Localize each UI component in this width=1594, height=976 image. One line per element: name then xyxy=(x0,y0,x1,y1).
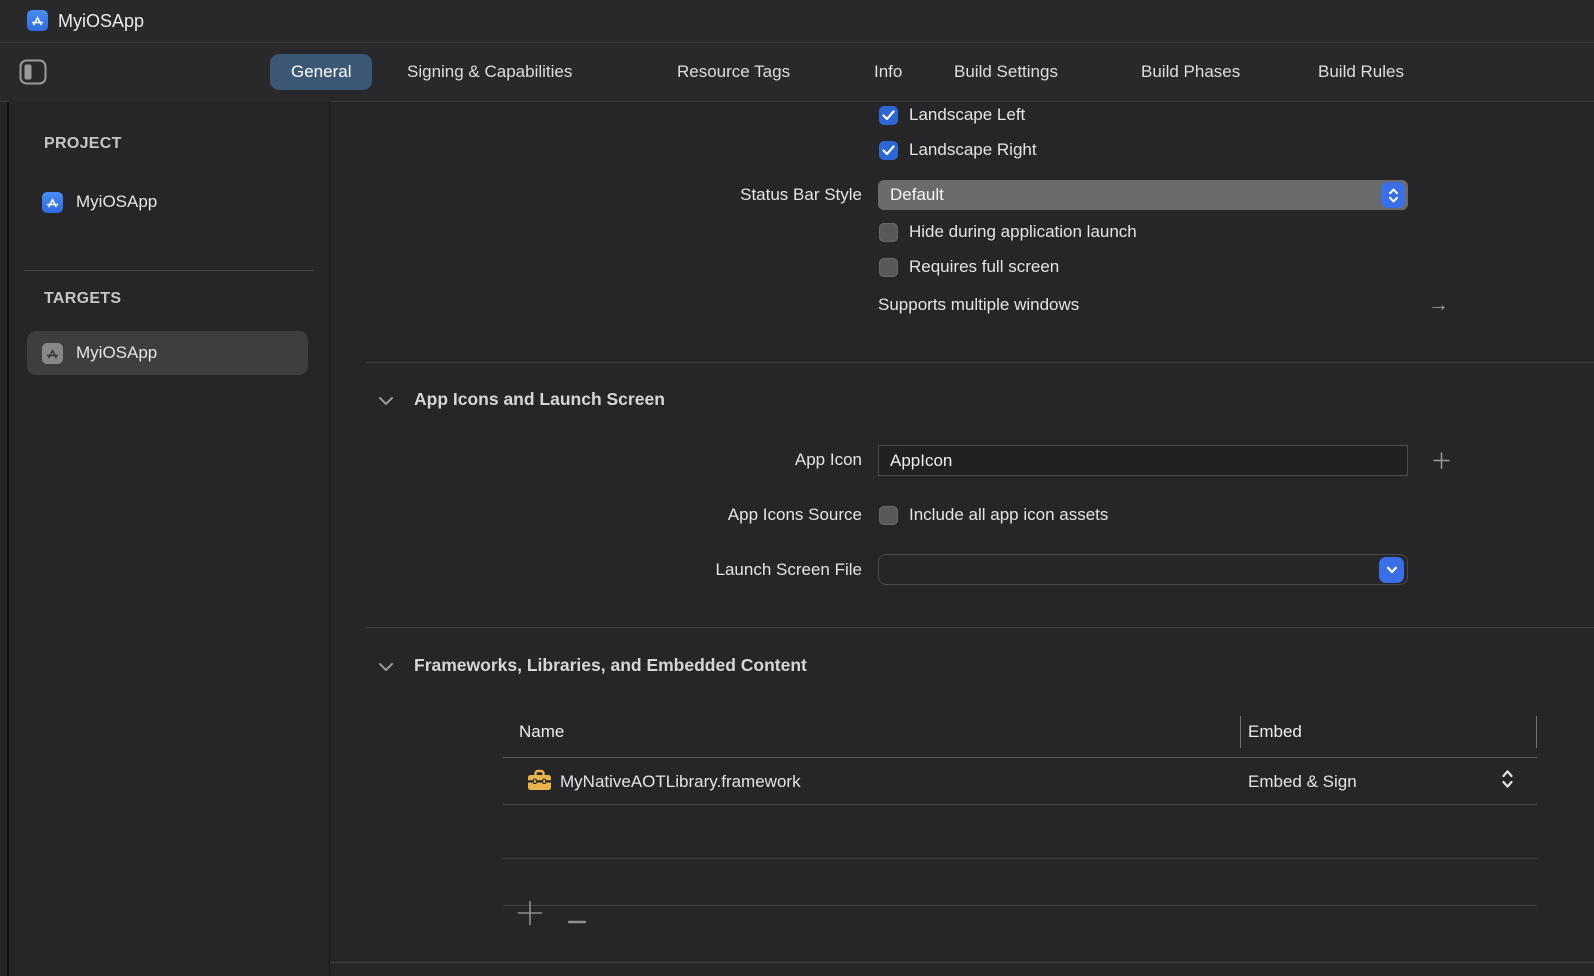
checkmark-icon xyxy=(882,110,895,121)
xcode-project-editor: MyiOSApp General Signing & Capabilities … xyxy=(0,0,1594,976)
supports-multiple-windows-label: Supports multiple windows xyxy=(878,295,1079,315)
include-all-assets-label: Include all app icon assets xyxy=(909,505,1108,525)
arrow-right-icon[interactable]: → xyxy=(1428,293,1449,317)
window-title: MyiOSApp xyxy=(58,11,144,31)
section-divider xyxy=(366,627,1594,628)
target-app-icon xyxy=(42,343,63,364)
requires-full-screen-checkbox[interactable] xyxy=(879,258,898,277)
column-divider[interactable] xyxy=(1240,716,1241,748)
chevron-down-icon[interactable] xyxy=(378,659,394,677)
tab-info[interactable]: Info xyxy=(874,62,902,82)
sidebar-item-project[interactable]: MyiOSApp xyxy=(42,186,312,218)
landscape-left-checkbox[interactable] xyxy=(879,106,898,125)
app-icons-source-label: App Icons Source xyxy=(530,505,862,525)
project-item-label: MyiOSApp xyxy=(76,192,157,212)
tab-build-phases[interactable]: Build Phases xyxy=(1141,62,1240,82)
bottom-divider xyxy=(330,962,1594,963)
tab-build-settings[interactable]: Build Settings xyxy=(954,62,1058,82)
tab-general-label: General xyxy=(291,62,351,82)
launch-screen-file-combo[interactable] xyxy=(878,554,1408,585)
remove-framework-button[interactable] xyxy=(568,911,586,915)
toolbox-icon xyxy=(527,768,552,796)
sidebar-toggle-icon[interactable] xyxy=(19,59,47,90)
table-row[interactable]: MyNativeAOTLibrary.framework Embed & Sig… xyxy=(503,758,1537,805)
tab-signing-capabilities[interactable]: Signing & Capabilities xyxy=(407,62,572,82)
app-icon-field[interactable]: AppIcon xyxy=(878,445,1408,476)
app-icon-value: AppIcon xyxy=(879,451,952,471)
launch-screen-file-label: Launch Screen File xyxy=(530,560,862,580)
checkmark-icon xyxy=(882,145,895,156)
combo-chevron-icon[interactable] xyxy=(1379,557,1404,583)
tab-build-rules[interactable]: Build Rules xyxy=(1318,62,1404,82)
status-bar-style-label: Status Bar Style xyxy=(530,185,862,205)
tab-resource-tags[interactable]: Resource Tags xyxy=(677,62,790,82)
framework-name: MyNativeAOTLibrary.framework xyxy=(560,772,801,792)
target-item-label: MyiOSApp xyxy=(76,343,157,363)
landscape-right-label: Landscape Right xyxy=(909,140,1037,160)
row-divider xyxy=(503,858,1537,859)
row-divider xyxy=(503,804,1537,805)
hide-during-launch-checkbox[interactable] xyxy=(879,223,898,242)
framework-embed-value: Embed & Sign xyxy=(1248,772,1357,792)
frameworks-section-title[interactable]: Frameworks, Libraries, and Embedded Cont… xyxy=(414,655,807,676)
column-header-name[interactable]: Name xyxy=(519,722,564,742)
app-icon-label: App Icon xyxy=(530,450,862,470)
project-heading: PROJECT xyxy=(44,135,122,153)
stepper-icon xyxy=(1381,182,1405,208)
column-header-embed[interactable]: Embed xyxy=(1248,722,1302,742)
tab-general[interactable]: General xyxy=(270,54,372,90)
app-store-icon xyxy=(27,10,48,31)
status-bar-style-value: Default xyxy=(878,185,944,205)
section-divider xyxy=(366,362,1594,363)
project-app-icon xyxy=(42,192,63,213)
add-framework-button[interactable] xyxy=(517,900,543,926)
title-bar: MyiOSApp xyxy=(0,0,1594,43)
column-divider[interactable] xyxy=(1536,716,1537,748)
hide-during-launch-label: Hide during application launch xyxy=(909,222,1137,242)
include-all-assets-checkbox[interactable] xyxy=(879,506,898,525)
project-targets-sidebar: PROJECT MyiOSApp TARGETS xyxy=(9,101,330,976)
requires-full-screen-label: Requires full screen xyxy=(909,257,1059,277)
frameworks-table: Name Embed MyNativeAOTLibrary.framework … xyxy=(503,712,1537,906)
targets-heading: TARGETS xyxy=(44,290,121,308)
app-icons-section-title[interactable]: App Icons and Launch Screen xyxy=(414,389,665,410)
sidebar-item-target[interactable]: MyiOSApp xyxy=(27,331,308,375)
sidebar-divider xyxy=(24,270,313,271)
plus-icon[interactable] xyxy=(1433,452,1450,474)
status-bar-style-popup[interactable]: Default xyxy=(878,180,1408,210)
landscape-left-label: Landscape Left xyxy=(909,105,1025,125)
row-divider xyxy=(503,905,1537,906)
chevron-down-icon[interactable] xyxy=(378,393,394,411)
embed-dropdown-stepper-icon[interactable] xyxy=(1501,768,1514,795)
editor-tab-bar: General Signing & Capabilities Resource … xyxy=(0,43,1594,102)
landscape-right-checkbox[interactable] xyxy=(879,141,898,160)
